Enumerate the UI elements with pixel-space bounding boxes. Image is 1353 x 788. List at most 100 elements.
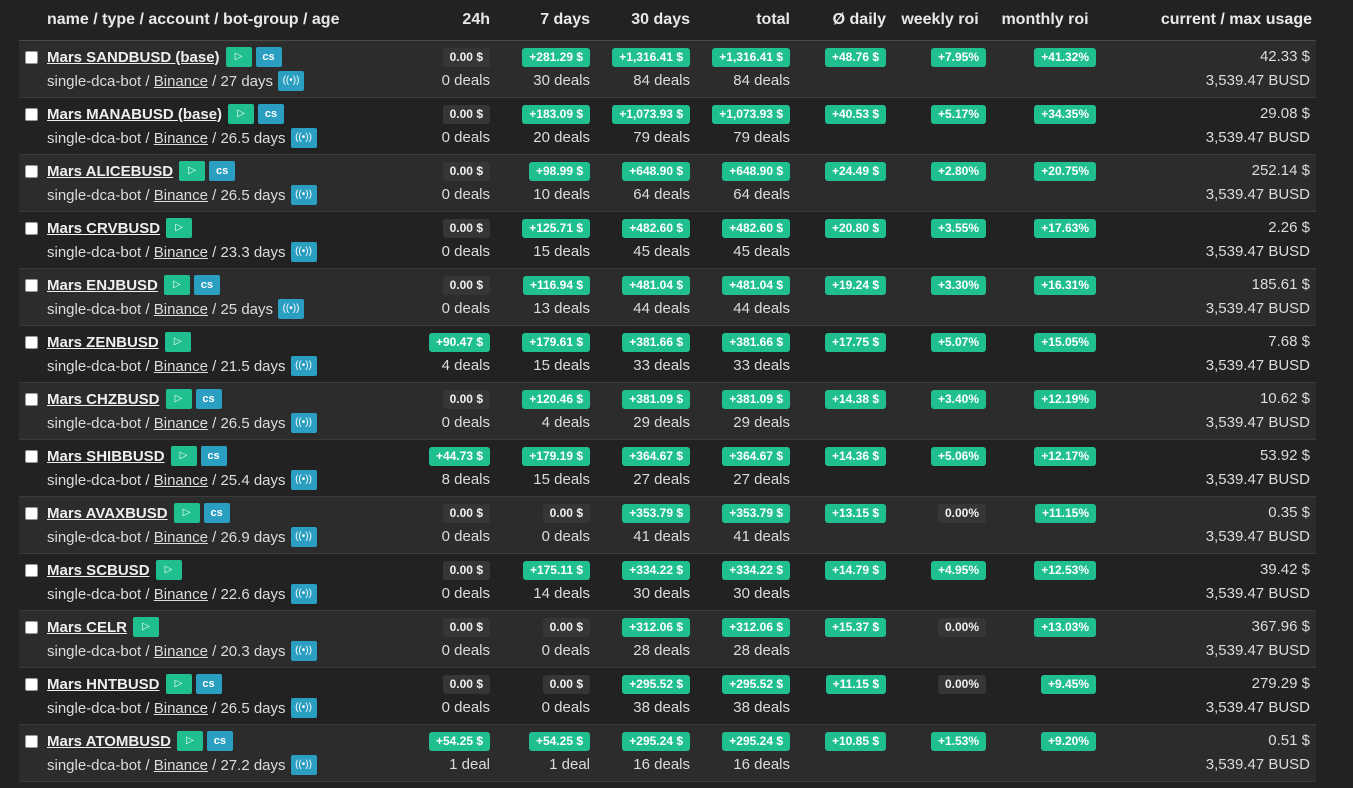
name-cell: Mars SCBUSD ▷ single-dca-bot / Binance /… (19, 554, 419, 611)
signal-icon[interactable]: ((•)) (290, 527, 317, 547)
header-weekly-roi[interactable]: weekly roi (890, 0, 990, 41)
account-link[interactable]: Binance (154, 130, 208, 147)
play-icon[interactable]: ▷ (155, 560, 182, 580)
row-checkbox[interactable] (25, 564, 38, 577)
header-daily[interactable]: Ø daily (794, 0, 890, 41)
bot-name-link[interactable]: Mars AVAXBUSD (47, 505, 168, 522)
cs-badge[interactable]: cs (255, 47, 282, 67)
account-link[interactable]: Binance (154, 73, 208, 90)
header-total[interactable]: total (694, 0, 794, 41)
account-link[interactable]: Binance (154, 187, 208, 204)
play-icon[interactable]: ▷ (163, 275, 190, 295)
cs-badge[interactable]: cs (195, 674, 222, 694)
max-usage: 3,539.47 BUSD (1205, 471, 1310, 488)
play-icon[interactable]: ▷ (166, 218, 193, 238)
deals-count: 15 deals (533, 357, 590, 374)
play-icon[interactable]: ▷ (176, 731, 203, 751)
weekly-roi-cell: +4.95% (890, 554, 990, 611)
row-checkbox[interactable] (25, 108, 38, 121)
profit-badge: +364.67 $ (722, 447, 790, 466)
account-link[interactable]: Binance (154, 529, 208, 546)
table-row: Mars AVAXBUSD ▷ cs single-dca-bot / Bina… (19, 496, 1316, 554)
d7-cell: +116.94 $ 13 deals (494, 269, 594, 326)
signal-icon[interactable]: ((•)) (290, 470, 317, 490)
account-link[interactable]: Binance (154, 700, 208, 717)
cs-badge[interactable]: cs (193, 275, 220, 295)
row-checkbox[interactable] (25, 336, 38, 349)
signal-icon[interactable]: ((•)) (290, 128, 317, 148)
row-checkbox[interactable] (25, 51, 38, 64)
bot-name-link[interactable]: Mars MANABUSD (base) (47, 106, 222, 123)
play-icon[interactable]: ▷ (165, 389, 192, 409)
deals-count: 79 deals (633, 129, 690, 146)
cs-badge[interactable]: cs (195, 389, 222, 409)
max-usage: 3,539.47 BUSD (1205, 699, 1310, 716)
row-checkbox[interactable] (25, 279, 38, 292)
row-checkbox[interactable] (25, 735, 38, 748)
account-link[interactable]: Binance (154, 358, 208, 375)
profit-badge: +90.47 $ (428, 333, 490, 352)
bot-name-link[interactable]: Mars ALICEBUSD (47, 163, 173, 180)
account-link[interactable]: Binance (154, 472, 208, 489)
bot-name-link[interactable]: Mars HNTBUSD (47, 676, 160, 693)
row-checkbox[interactable] (25, 165, 38, 178)
deals-count: 79 deals (733, 129, 790, 146)
bot-name-link[interactable]: Mars ENJBUSD (47, 277, 158, 294)
bot-name-link[interactable]: Mars CELR (47, 619, 127, 636)
cs-badge[interactable]: cs (206, 731, 233, 751)
bot-name-link[interactable]: Mars CRVBUSD (47, 220, 160, 237)
row-checkbox[interactable] (25, 393, 38, 406)
play-icon[interactable]: ▷ (133, 617, 160, 637)
header-name[interactable]: name / type / account / bot-group / age (19, 0, 419, 41)
signal-icon[interactable]: ((•)) (290, 413, 317, 433)
account-link[interactable]: Binance (154, 244, 208, 261)
cs-badge[interactable]: cs (209, 161, 236, 181)
signal-icon[interactable]: ((•)) (290, 185, 317, 205)
cs-badge[interactable]: cs (203, 503, 230, 523)
play-icon[interactable]: ▷ (228, 104, 255, 124)
play-icon[interactable]: ▷ (165, 674, 192, 694)
header-24h[interactable]: 24h (419, 0, 494, 41)
header-7days[interactable]: 7 days (494, 0, 594, 41)
row-checkbox[interactable] (25, 678, 38, 691)
row-checkbox[interactable] (25, 222, 38, 235)
signal-icon[interactable]: ((•)) (278, 299, 305, 319)
usage-cell: 252.14 $ 3,539.47 BUSD (1100, 155, 1316, 212)
bot-name-link[interactable]: Mars CHZBUSD (47, 391, 160, 408)
bot-name-link[interactable]: Mars SHIBBUSD (47, 448, 165, 465)
row-checkbox[interactable] (25, 621, 38, 634)
account-link[interactable]: Binance (154, 586, 208, 603)
signal-icon[interactable]: ((•)) (290, 698, 317, 718)
header-usage[interactable]: current / max usage (1100, 0, 1316, 41)
account-link[interactable]: Binance (154, 415, 208, 432)
bot-name-link[interactable]: Mars SCBUSD (47, 562, 150, 579)
row-checkbox[interactable] (25, 450, 38, 463)
deals-count: 0 deals (441, 528, 490, 545)
cs-badge[interactable]: cs (258, 104, 285, 124)
signal-icon[interactable]: ((•)) (290, 242, 317, 262)
roi-badge: +4.95% (930, 561, 986, 580)
signal-icon[interactable]: ((•)) (290, 755, 317, 775)
bot-name-link[interactable]: Mars ZENBUSD (47, 334, 159, 351)
account-link[interactable]: Binance (154, 643, 208, 660)
bot-name-link[interactable]: Mars SANDBUSD (base) (47, 49, 220, 66)
account-link[interactable]: Binance (154, 301, 208, 318)
bot-age: 27.2 days (220, 756, 286, 774)
header-30days[interactable]: 30 days (594, 0, 694, 41)
play-icon[interactable]: ▷ (179, 161, 206, 181)
signal-icon[interactable]: ((•)) (290, 356, 317, 376)
play-icon[interactable]: ▷ (173, 503, 200, 523)
max-usage: 3,539.47 BUSD (1205, 414, 1310, 431)
play-icon[interactable]: ▷ (170, 446, 197, 466)
signal-icon[interactable]: ((•)) (290, 584, 317, 604)
header-monthly-roi[interactable]: monthly roi (990, 0, 1100, 41)
account-link[interactable]: Binance (154, 757, 208, 774)
signal-icon[interactable]: ((•)) (278, 71, 305, 91)
play-icon[interactable]: ▷ (164, 332, 191, 352)
cs-badge[interactable]: cs (200, 446, 227, 466)
deals-count: 45 deals (733, 243, 790, 260)
signal-icon[interactable]: ((•)) (290, 641, 317, 661)
bot-name-link[interactable]: Mars ATOMBUSD (47, 733, 171, 750)
row-checkbox[interactable] (25, 507, 38, 520)
play-icon[interactable]: ▷ (225, 47, 252, 67)
